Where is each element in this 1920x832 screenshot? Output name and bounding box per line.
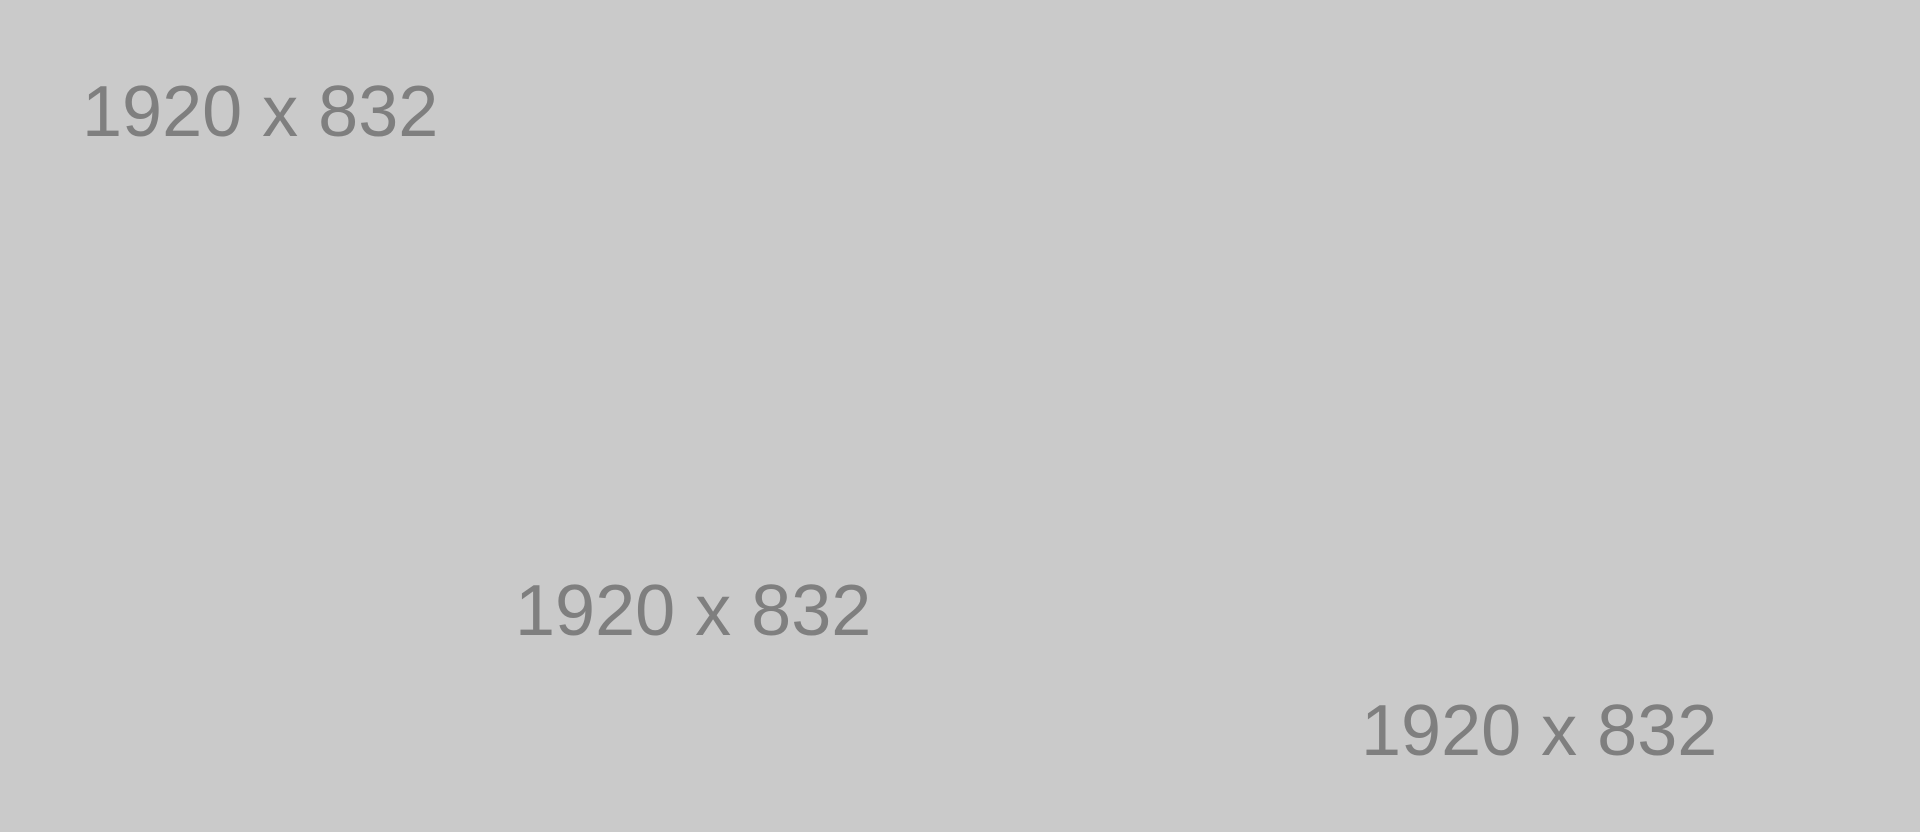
placeholder-canvas: 1920 x 832 1920 x 832 1920 x 832 (0, 0, 1920, 832)
dimension-label: 1920 x 832 (515, 571, 872, 651)
dimension-label: 1920 x 832 (82, 72, 439, 152)
dimension-label: 1920 x 832 (1361, 691, 1718, 771)
